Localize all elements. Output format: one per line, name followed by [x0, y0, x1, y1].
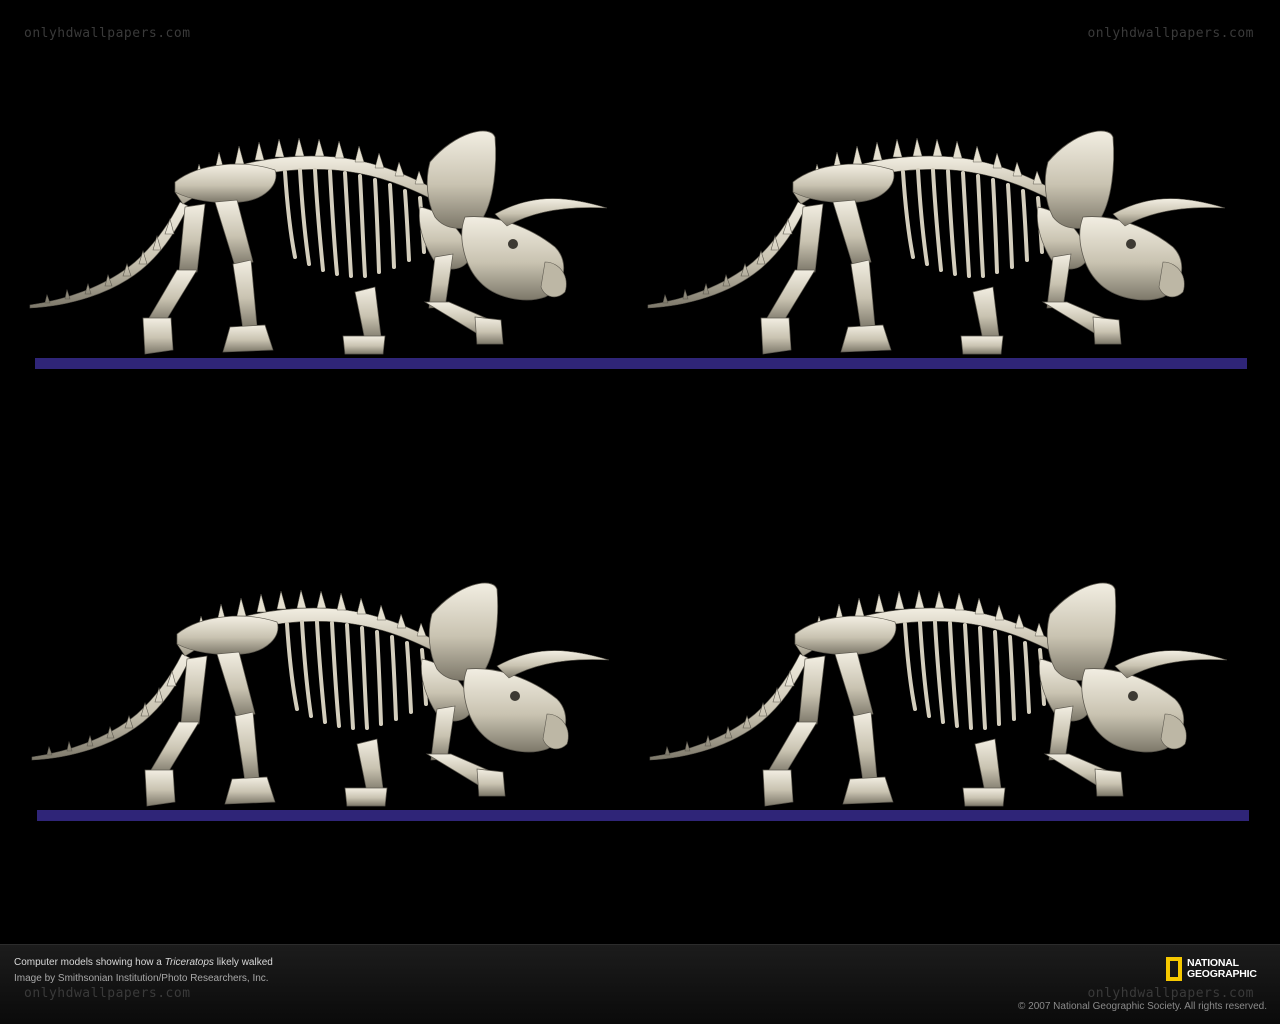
caption-bar: Computer models showing how a Triceratop…: [0, 944, 1280, 1024]
watermark-top-right: onlyhdwallpapers.com: [1087, 26, 1254, 41]
triceratops-skeleton-frame-1: [28, 128, 609, 356]
yellow-frame-icon: [1166, 957, 1182, 981]
wallpaper-stage: onlyhdwallpapers.com onlyhdwallpapers.co…: [0, 0, 1280, 1024]
ground-line-bottom: [37, 810, 1249, 821]
watermark-bottom-left: onlyhdwallpapers.com: [24, 986, 191, 1001]
logo-line-2: GEOGRAPHIC: [1187, 968, 1257, 980]
national-geographic-logo: NATIONAL GEOGRAPHIC: [1166, 955, 1257, 983]
triceratops-skeleton-frame-3: [30, 580, 611, 808]
watermark-bottom-right: onlyhdwallpapers.com: [1087, 986, 1254, 1001]
ground-line-top: [35, 358, 1247, 369]
caption-credit: Image by Smithsonian Institution/Photo R…: [14, 973, 269, 984]
logo-wordmark: NATIONAL GEOGRAPHIC: [1187, 958, 1257, 980]
caption-title: Computer models showing how a Triceratop…: [14, 957, 273, 968]
caption-title-species: Triceratops: [164, 957, 214, 968]
watermark-top-left: onlyhdwallpapers.com: [24, 26, 191, 41]
copyright-notice: © 2007 National Geographic Society. All …: [1018, 1001, 1267, 1012]
triceratops-skeleton-frame-2: [646, 128, 1227, 356]
caption-title-suffix: likely walked: [213, 957, 273, 968]
caption-title-prefix: Computer models showing how a: [14, 957, 165, 968]
triceratops-skeleton-frame-4: [648, 580, 1229, 808]
